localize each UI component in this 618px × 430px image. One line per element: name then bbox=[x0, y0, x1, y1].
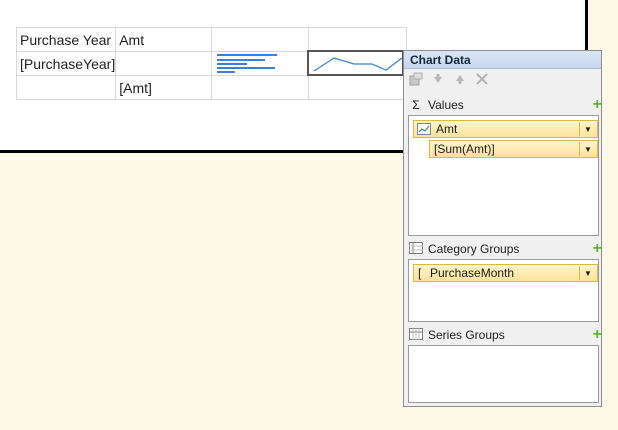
category-groups-well[interactable]: [ PurchaseMonth ▼ bbox=[408, 259, 599, 322]
panel-toolbar bbox=[404, 69, 601, 91]
amt-expression: [Amt] bbox=[119, 79, 152, 96]
values-label: Values bbox=[428, 98, 464, 112]
header-purchase-year-cell[interactable]: Purchase Year bbox=[15, 27, 117, 52]
tablix[interactable]: Purchase Year Amt [PurchaseYear] [Amt] bbox=[15, 27, 408, 100]
detail-amt-cell[interactable]: [Amt] bbox=[115, 75, 213, 100]
sparkline-selection-border bbox=[307, 50, 405, 76]
category-groups-section-header: Category Groups + bbox=[404, 239, 606, 259]
header-amt: Amt bbox=[119, 31, 145, 48]
add-series-group-plus-icon[interactable]: + bbox=[593, 327, 602, 343]
values-section-header: Σ Values + bbox=[404, 95, 606, 115]
value-expression-field[interactable]: [Sum(Amt)] ▼ bbox=[429, 140, 598, 158]
series-groups-icon bbox=[409, 327, 423, 343]
header-purchase-year: Purchase Year bbox=[20, 31, 112, 48]
move-up-icon[interactable] bbox=[452, 73, 468, 88]
group-empty-cell[interactable] bbox=[115, 51, 213, 76]
purchase-year-expression: [PurchaseYear] bbox=[20, 55, 116, 72]
series-groups-label: Series Groups bbox=[428, 328, 505, 342]
line-chart-series-icon bbox=[416, 122, 432, 136]
databar-cell[interactable] bbox=[211, 51, 310, 76]
category-field-prefix: [ bbox=[418, 266, 422, 280]
category-groups-icon bbox=[409, 241, 423, 257]
category-field-purchase-month[interactable]: [ PurchaseMonth ▼ bbox=[413, 264, 598, 282]
value-expression: [Sum(Amt)] bbox=[434, 142, 495, 156]
detail-empty-cell-3[interactable] bbox=[308, 75, 408, 100]
category-field-dropdown-icon[interactable]: ▼ bbox=[579, 266, 596, 280]
category-groups-label: Category Groups bbox=[428, 242, 520, 256]
panel-title: Chart Data bbox=[404, 51, 601, 69]
chart-data-panel[interactable]: Chart Data Σ Values + Amt ▼ [Sum(Amt)] ▼… bbox=[403, 50, 602, 407]
delete-icon[interactable] bbox=[474, 72, 490, 89]
value-expression-dropdown-icon[interactable]: ▼ bbox=[579, 142, 596, 156]
series-groups-section-header: Series Groups + bbox=[404, 325, 606, 345]
header-amt-cell[interactable]: Amt bbox=[115, 27, 213, 52]
databar[interactable] bbox=[215, 52, 308, 75]
sparkline-cell[interactable] bbox=[307, 50, 408, 76]
sigma-icon: Σ bbox=[412, 98, 420, 112]
header-empty-cell-2[interactable] bbox=[308, 27, 408, 52]
databar-bar-3 bbox=[217, 63, 248, 65]
databar-bar-4 bbox=[217, 67, 276, 69]
detail-empty-cell-2[interactable] bbox=[211, 75, 310, 100]
databar-bar-2 bbox=[217, 59, 266, 61]
values-well[interactable]: Amt ▼ [Sum(Amt)] ▼ bbox=[408, 115, 599, 236]
add-value-plus-icon[interactable]: + bbox=[593, 97, 602, 113]
header-empty-cell-1[interactable] bbox=[211, 27, 310, 52]
detail-empty-cell[interactable] bbox=[15, 75, 117, 100]
value-field-amt[interactable]: Amt ▼ bbox=[413, 120, 598, 138]
databar-bar-5 bbox=[217, 71, 236, 73]
move-down-icon[interactable] bbox=[430, 73, 446, 88]
value-field-dropdown-icon[interactable]: ▼ bbox=[579, 122, 596, 136]
purchase-year-group-cell[interactable]: [PurchaseYear] bbox=[15, 51, 117, 76]
properties-icon[interactable] bbox=[408, 72, 424, 89]
add-category-group-plus-icon[interactable]: + bbox=[593, 241, 602, 257]
databar-bar-1 bbox=[217, 54, 278, 56]
category-field-name: PurchaseMonth bbox=[430, 266, 515, 280]
value-field-name: Amt bbox=[436, 122, 458, 136]
series-groups-well[interactable] bbox=[408, 345, 599, 403]
